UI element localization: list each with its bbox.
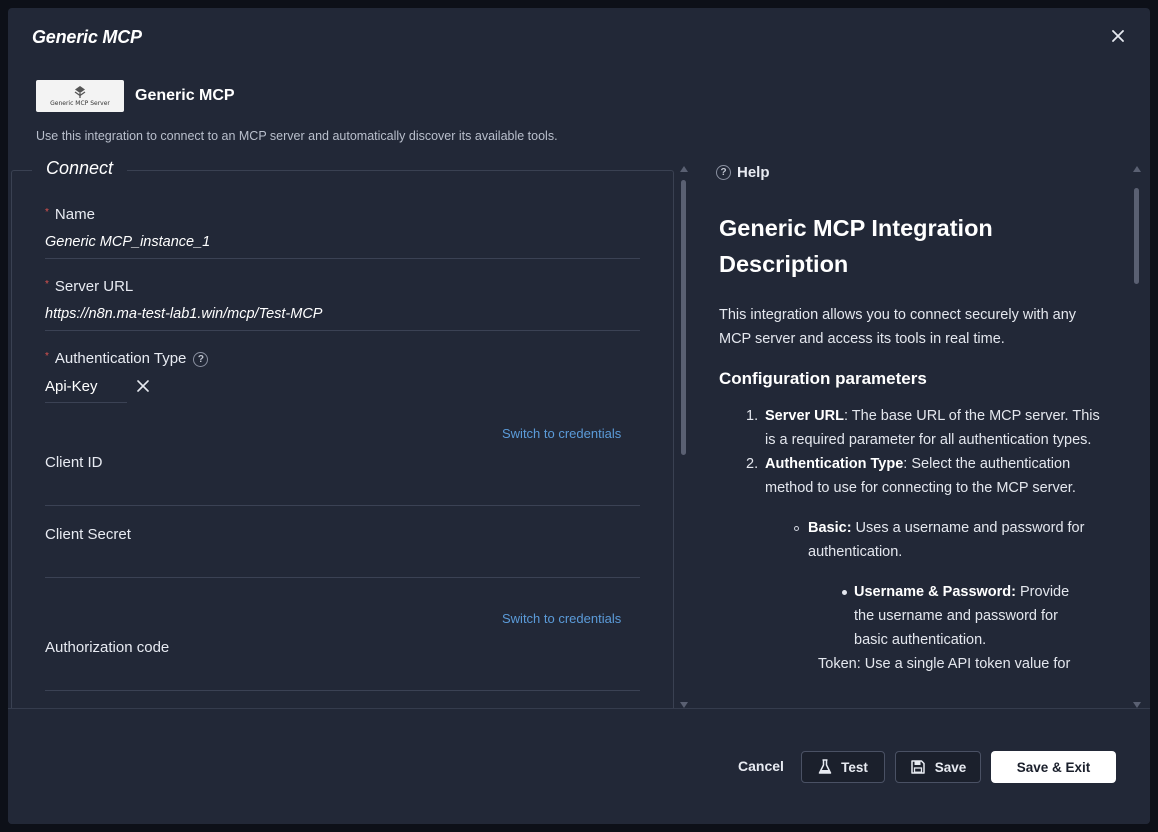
- modal-title: Generic MCP: [32, 27, 142, 47]
- circle-bullet-icon: [794, 526, 799, 531]
- config-parameter-list: 1. Server URL: The base URL of the MCP s…: [746, 404, 1106, 676]
- integration-description: Use this integration to connect to an MC…: [36, 129, 558, 143]
- cancel-button[interactable]: Cancel: [738, 758, 784, 774]
- server-url-underline: [45, 330, 640, 331]
- save-button-label: Save: [934, 759, 967, 775]
- close-icon[interactable]: [1106, 24, 1130, 48]
- list-text: Token: Use a single API token value for: [818, 656, 1071, 672]
- help-icon: ?: [716, 165, 731, 180]
- scroll-thumb[interactable]: [1134, 188, 1139, 284]
- integration-header: Generic MCP Server Generic MCP: [36, 80, 235, 112]
- scroll-thumb[interactable]: [681, 180, 686, 455]
- server-url-input[interactable]: https://n8n.ma-test-lab1.win/mcp/Test-MC…: [45, 306, 322, 322]
- clear-icon[interactable]: [135, 378, 151, 394]
- help-subtitle: Configuration parameters: [719, 369, 927, 388]
- save-and-exit-button[interactable]: Save & Exit: [991, 751, 1116, 783]
- list-item: 2. Authentication Type: Select the authe…: [746, 452, 1106, 500]
- help-panel: ? Help Generic MCP Integration Descripti…: [708, 164, 1118, 708]
- integration-name: Generic MCP: [135, 87, 235, 104]
- list-term: Username & Password:: [854, 584, 1016, 600]
- list-number: 1.: [746, 408, 759, 424]
- server-url-label: * Server URL: [45, 278, 134, 295]
- list-item: Basic: Uses a username and password for …: [794, 516, 1094, 564]
- help-icon[interactable]: ?: [193, 351, 209, 367]
- flask-icon: [818, 759, 832, 774]
- floppy-disk-icon: [910, 760, 925, 774]
- help-intro: This integration allows you to connect s…: [719, 307, 1077, 347]
- client-secret-label: Client Secret: [45, 526, 131, 543]
- connect-legend: Connect: [32, 158, 128, 179]
- authorization-code-input[interactable]: [45, 690, 640, 691]
- modal-footer: Cancel Test Save Save & Exit: [8, 708, 1150, 824]
- name-input[interactable]: Generic MCP_instance_1: [45, 234, 210, 250]
- mcp-logo-icon: [74, 86, 86, 98]
- auth-type-select[interactable]: Api-Key: [45, 375, 127, 403]
- authorization-code-label: Authorization code: [45, 639, 170, 656]
- help-header-label: Help: [737, 164, 770, 181]
- auth-type-value: Api-Key: [45, 378, 98, 395]
- list-item: Username & Password: Provide the usernam…: [840, 580, 1080, 652]
- integration-modal: Generic MCP Generic MCP Server Generic M…: [8, 8, 1150, 824]
- switch-to-credentials-link[interactable]: Switch to credentials: [502, 426, 621, 441]
- test-button-label: Test: [841, 759, 868, 775]
- help-header: ? Help: [716, 164, 770, 181]
- scroll-up-icon[interactable]: [1133, 166, 1141, 172]
- name-label: * Name: [45, 206, 95, 223]
- help-title: Generic MCP Integration Description: [719, 215, 993, 277]
- save-button[interactable]: Save: [895, 751, 981, 783]
- list-term: Server URL: [765, 408, 844, 424]
- switch-to-credentials-link-2[interactable]: Switch to credentials: [502, 611, 621, 626]
- client-id-input[interactable]: [45, 505, 640, 506]
- scroll-up-icon[interactable]: [680, 166, 688, 172]
- client-secret-input[interactable]: [45, 577, 640, 578]
- client-id-label: Client ID: [45, 454, 103, 471]
- list-term: Basic:: [808, 520, 852, 536]
- auth-type-label: * Authentication Type?: [45, 350, 209, 367]
- required-mark: *: [45, 351, 49, 362]
- required-mark: *: [45, 207, 49, 218]
- test-button[interactable]: Test: [801, 751, 885, 783]
- disc-bullet-icon: [842, 590, 847, 595]
- logo-text: Generic MCP Server: [50, 100, 110, 107]
- help-scrollbar[interactable]: [1131, 166, 1143, 708]
- integration-logo: Generic MCP Server: [36, 80, 124, 112]
- list-term: Authentication Type: [765, 456, 904, 472]
- list-item: 1. Server URL: The base URL of the MCP s…: [746, 404, 1106, 452]
- list-number: 2.: [746, 456, 759, 472]
- name-underline: [45, 258, 640, 259]
- required-mark: *: [45, 279, 49, 290]
- connect-scrollbar[interactable]: [678, 166, 690, 708]
